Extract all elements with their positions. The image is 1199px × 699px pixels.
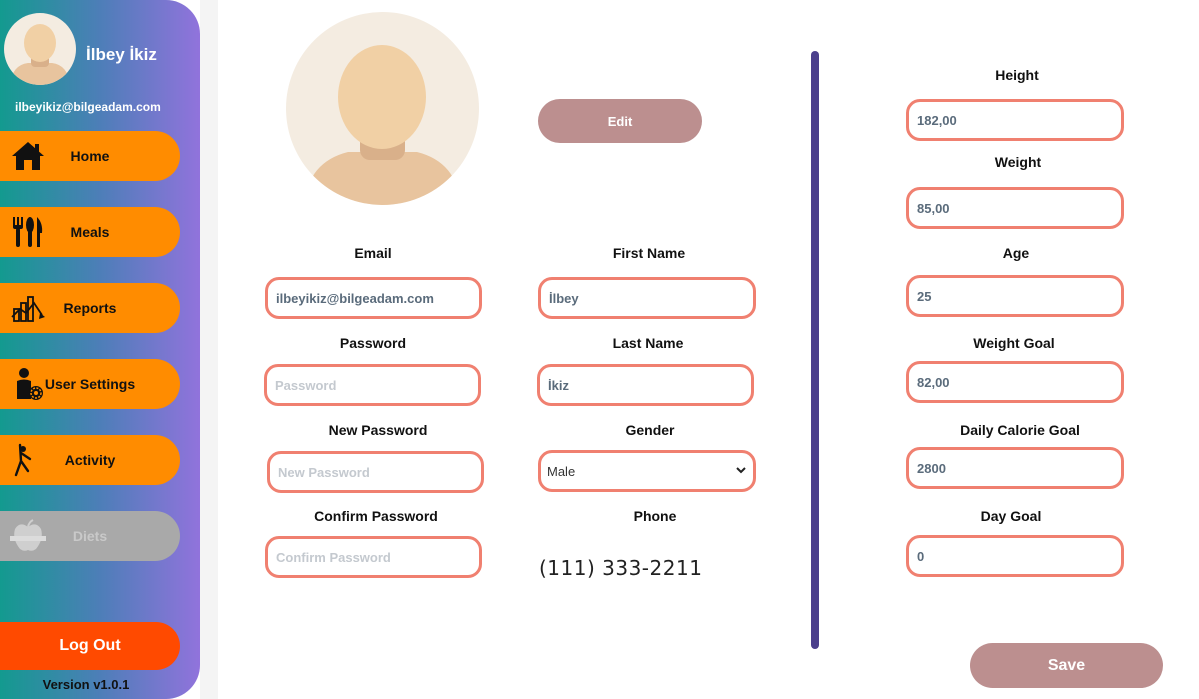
age-label: Age [1002,245,1030,261]
nav-reports-label: Reports [63,300,117,316]
daily-calorie-goal-label: Daily Calorie Goal [960,422,1080,438]
nav-home-button[interactable]: Home [0,131,180,181]
nav-meals-label: Meals [70,224,110,240]
last-name-label: Last Name [612,335,684,351]
gender-select[interactable]: Male [538,450,756,492]
logout-button[interactable]: Log Out [0,622,180,670]
password-label: Password [339,335,407,351]
first-name-label: First Name [612,245,686,261]
nav-activity-label: Activity [64,452,116,468]
user-name: İlbey İkiz [86,45,157,64]
phone-label: Phone [633,508,677,524]
edit-avatar-button[interactable]: Edit [538,99,702,143]
email-label: Email [354,245,392,261]
confirm-password-label: Confirm Password [314,508,438,524]
save-button[interactable]: Save [970,643,1163,688]
version-label: Version v1.0.1 [42,677,130,692]
nav-activity-button[interactable]: Activity [0,435,180,485]
nav-diets-button[interactable]: Diets [0,511,180,561]
weight-goal-label: Weight Goal [973,335,1055,351]
chevron-down-icon [735,464,747,479]
phone-value[interactable]: (111) 333-2211 [539,556,702,580]
nav-meals-button[interactable]: Meals [0,207,180,257]
weight-label: Weight [994,154,1042,170]
daily-calorie-goal-field[interactable] [906,447,1124,489]
confirm-password-field[interactable] [265,536,482,578]
password-field[interactable] [264,364,481,406]
last-name-field[interactable] [537,364,754,406]
day-goal-field[interactable] [906,535,1124,577]
new-password-label: New Password [328,422,428,438]
user-email: ilbeyikiz@bilgeadam.com [15,100,161,114]
email-field[interactable] [265,277,482,319]
sidebar: İlbey İkiz ilbeyikiz@bilgeadam.com Home … [0,0,200,699]
gender-label: Gender [625,422,675,438]
nav-user-settings-button[interactable]: User Settings [0,359,180,409]
vertical-divider [811,51,819,649]
height-label: Height [995,67,1039,83]
nav-home-label: Home [70,148,110,164]
nav-reports-button[interactable]: Reports [0,283,180,333]
new-password-field[interactable] [267,451,484,493]
height-field[interactable] [906,99,1124,141]
nav-diets-label: Diets [72,528,108,544]
gender-select-value: Male [547,463,576,479]
age-field[interactable] [906,275,1124,317]
first-name-field[interactable] [538,277,756,319]
sidebar-edge [200,0,218,699]
weight-goal-field[interactable] [906,361,1124,403]
user-avatar [4,13,76,85]
weight-field[interactable] [906,187,1124,229]
nav-user-settings-label: User Settings [44,376,136,392]
day-goal-label: Day Goal [980,508,1042,524]
profile-avatar [286,12,479,205]
